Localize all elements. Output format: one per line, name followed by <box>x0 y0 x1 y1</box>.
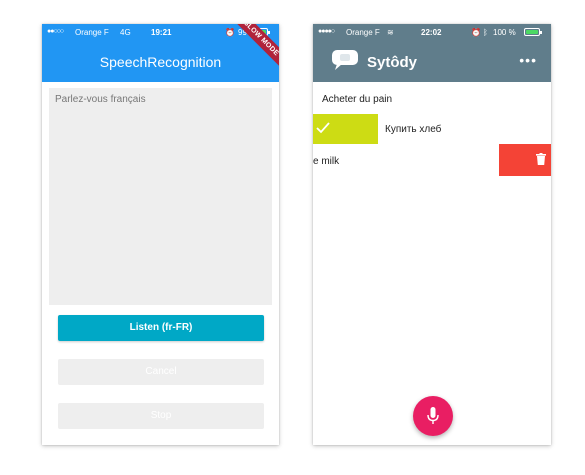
list-item-label: e milk <box>313 156 340 167</box>
listen-button[interactable]: Listen (fr-FR) <box>58 315 264 341</box>
speech-bubble-logo-icon <box>332 50 358 70</box>
status-bar: ●●●●○ Orange F ≋ 22:02 ⏰ ᛒ 100 % <box>313 24 551 40</box>
list-item-label: Купить хлеб <box>385 124 442 135</box>
network-label: 4G <box>120 28 131 37</box>
battery-percent: 100 % <box>493 28 516 37</box>
trash-icon <box>536 153 546 165</box>
delete-action[interactable] <box>499 144 551 176</box>
carrier-label: Orange F <box>75 28 109 37</box>
signal-strength: ●●●●○ <box>318 28 335 35</box>
list-item[interactable]: e milk <box>313 144 551 176</box>
alarm-icon: ⏰ <box>471 28 481 37</box>
speech-recognition-app: ●●○○○ Orange F 4G 19:21 ⏰ 99 SpeechRecog… <box>42 24 279 445</box>
list-item[interactable]: Купить хлеб <box>313 114 551 144</box>
clock: 19:21 <box>151 28 172 37</box>
list-item[interactable]: Acheter du pain <box>313 84 551 114</box>
stop-button[interactable]: Stop <box>58 403 264 429</box>
wifi-icon: ≋ <box>387 28 394 37</box>
app-bar: ●●○○○ Orange F 4G 19:21 ⏰ 99 SpeechRecog… <box>42 24 279 82</box>
app-bar: ●●●●○ Orange F ≋ 22:02 ⏰ ᛒ 100 % Sytôdy … <box>313 24 551 82</box>
cancel-button[interactable]: Cancel <box>58 359 264 385</box>
microphone-icon <box>427 407 439 424</box>
battery-icon <box>524 28 542 36</box>
carrier-label: Orange F <box>346 28 380 37</box>
more-options-icon[interactable]: ••• <box>519 52 537 68</box>
clock: 22:02 <box>421 28 442 37</box>
page-title: SpeechRecognition <box>99 54 222 70</box>
signal-strength: ●●○○○ <box>47 28 64 35</box>
alarm-icon: ⏰ <box>225 28 235 37</box>
bluetooth-icon: ᛒ <box>483 28 488 37</box>
list-item-label: Acheter du pain <box>322 94 393 105</box>
microphone-button[interactable] <box>413 396 453 436</box>
sytody-app: ●●●●○ Orange F ≋ 22:02 ⏰ ᛒ 100 % Sytôdy … <box>313 24 551 445</box>
mark-done-action[interactable] <box>313 114 378 144</box>
transcript-text-area[interactable]: Parlez-vous français <box>49 88 272 305</box>
check-icon <box>316 122 330 134</box>
page-title: Sytôdy <box>367 54 418 71</box>
